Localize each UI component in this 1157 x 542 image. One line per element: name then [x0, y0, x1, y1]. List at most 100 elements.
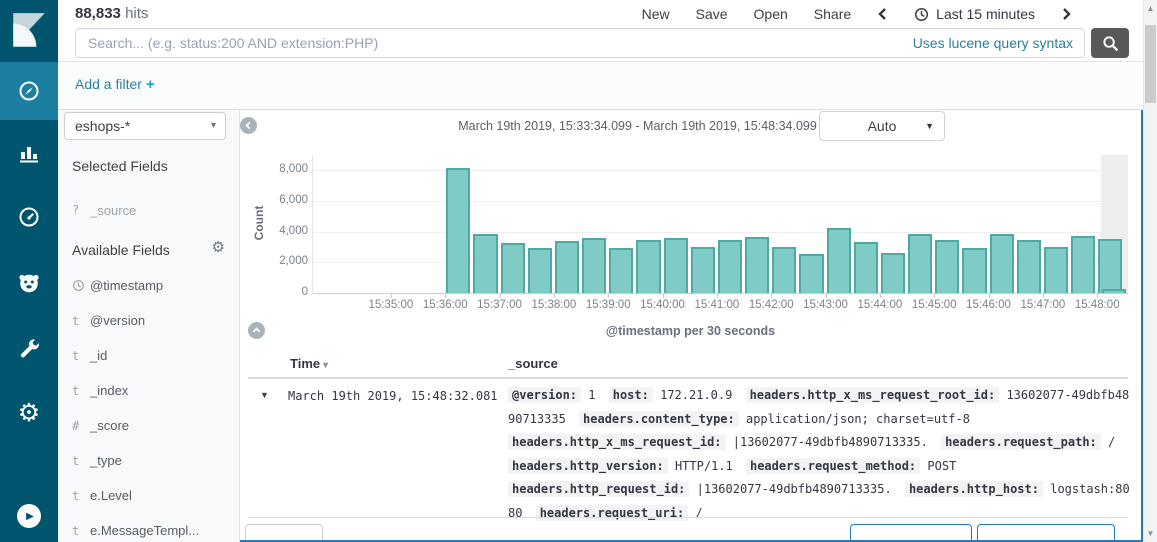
histogram-bar[interactable] — [691, 247, 715, 293]
histogram-bar[interactable] — [827, 228, 851, 293]
histogram-bar[interactable] — [636, 240, 660, 293]
field-name: _type — [90, 453, 122, 468]
y-axis-label: 8,000 — [268, 163, 308, 175]
histogram-bar[interactable] — [962, 248, 986, 293]
histogram-bar[interactable] — [935, 240, 959, 293]
interval-select[interactable]: Auto ▼ — [819, 111, 945, 141]
row-expand-caret[interactable]: ▼ — [260, 390, 269, 400]
histogram-bar[interactable] — [609, 248, 633, 293]
doc-row-time: March 19th 2019, 15:48:32.081 — [288, 389, 498, 403]
doc-field-name[interactable]: @version: — [508, 387, 581, 403]
doc-field-name[interactable]: headers.http_x_ms_request_id: — [508, 434, 726, 450]
field-item-@timestamp[interactable]: @timestamp — [58, 268, 240, 303]
histogram-chart: Count 02,0004,0006,0008,000 15:35:0015:3… — [240, 144, 1141, 324]
field-settings-gear-icon[interactable]: ⚙ — [212, 240, 225, 255]
field-item-_source[interactable]: ?_source — [58, 198, 240, 222]
selected-fields-list: ?_source — [58, 198, 240, 222]
time-range-picker[interactable]: Last 15 minutes — [914, 6, 1035, 22]
histogram-bar[interactable] — [446, 168, 470, 293]
doc-field-name[interactable]: host: — [609, 387, 653, 403]
histogram-bar[interactable] — [1044, 247, 1068, 293]
field-item-e.Level[interactable]: te.Level — [58, 478, 240, 513]
scroll-up-arrow-icon[interactable]: ▲ — [1144, 4, 1157, 13]
nav-discover[interactable] — [0, 62, 58, 120]
page-scrollbar[interactable]: ▲ ▼ — [1143, 0, 1157, 542]
field-item-e.MessageTempl...[interactable]: te.MessageTempl... — [58, 513, 240, 542]
kibana-logo[interactable] — [0, 0, 58, 62]
x-axis-tick — [934, 293, 935, 298]
field-item-_type[interactable]: t_type — [58, 443, 240, 478]
histogram-bar[interactable] — [582, 238, 606, 294]
action-save[interactable]: Save — [696, 6, 728, 22]
histogram-bar[interactable] — [501, 243, 525, 293]
toolbar-links: New Save Open Share — [642, 6, 852, 22]
view-single-document-button[interactable] — [977, 524, 1115, 542]
field-item-_id[interactable]: t_id — [58, 338, 240, 373]
histogram-bar[interactable] — [473, 234, 497, 293]
scroll-down-arrow-icon[interactable]: ▼ — [1144, 529, 1157, 538]
y-axis-label: 6,000 — [268, 194, 308, 206]
nav-timelion[interactable] — [0, 254, 58, 312]
table-header-divider — [248, 377, 1128, 379]
field-item-_score[interactable]: #_score — [58, 408, 240, 443]
action-open[interactable]: Open — [754, 6, 788, 22]
scrollbar-thumb[interactable] — [1145, 25, 1156, 103]
time-back-button[interactable] — [877, 7, 888, 21]
histogram-bar[interactable] — [718, 240, 742, 293]
field-item-_index[interactable]: t_index — [58, 373, 240, 408]
x-axis-tick — [608, 293, 609, 298]
histogram-bar[interactable] — [908, 234, 932, 293]
nav-collapse-button[interactable]: ▶ — [17, 504, 41, 528]
lucene-syntax-link[interactable]: Uses lucene query syntax — [913, 28, 1073, 58]
histogram-bar[interactable] — [528, 248, 552, 293]
histogram-bar[interactable] — [1098, 239, 1122, 293]
doc-field-name[interactable]: headers.request_method: — [746, 458, 920, 474]
nav-management[interactable]: ⚙ — [0, 384, 58, 442]
histogram-bar[interactable] — [1071, 236, 1095, 293]
search-icon — [1102, 35, 1119, 52]
search-button[interactable] — [1091, 28, 1129, 58]
nav-dev-tools[interactable] — [0, 320, 58, 378]
hits-count: 88,833 hits — [75, 5, 148, 22]
main-nav: ⚙ ▶ — [0, 0, 58, 542]
action-new[interactable]: New — [642, 6, 670, 22]
histogram-bar[interactable] — [854, 242, 878, 293]
doc-field-value: |13602077-49dbfb4890713335. — [697, 482, 892, 496]
doc-row-source: @version: 1 host: 172.21.0.9 headers.htt… — [508, 384, 1130, 526]
action-share[interactable]: Share — [814, 6, 851, 22]
histogram-bar[interactable] — [664, 238, 688, 294]
y-gridline — [313, 232, 1128, 233]
x-axis-tick — [500, 293, 501, 298]
view-surrounding-documents-button[interactable] — [850, 524, 972, 542]
doc-field-name[interactable]: headers.http_host: — [905, 481, 1043, 497]
histogram-bar[interactable] — [555, 241, 579, 293]
doc-field-value: HTTP/1.1 — [675, 459, 733, 473]
collapse-sidebar-button[interactable] — [240, 117, 257, 134]
time-column-label: Time — [290, 356, 320, 371]
doc-field-name[interactable]: headers.http_request_id: — [508, 481, 689, 497]
doc-field-name[interactable]: headers.content_type: — [579, 411, 739, 427]
histogram-bar[interactable] — [1017, 240, 1041, 293]
histogram-bar[interactable] — [799, 254, 823, 293]
histogram-bar[interactable] — [1102, 289, 1126, 293]
column-header-time[interactable]: Time▾ — [290, 356, 328, 371]
nav-dashboard[interactable] — [0, 188, 58, 246]
histogram-bar[interactable] — [745, 237, 769, 293]
field-item-@version[interactable]: t@version — [58, 303, 240, 338]
histogram-bar[interactable] — [881, 253, 905, 293]
y-axis-labels: 02,0004,0006,0008,000 — [268, 144, 308, 314]
doc-field-name[interactable]: headers.http_x_ms_request_root_id: — [746, 387, 1000, 403]
doc-field-name[interactable]: headers.request_path: — [941, 434, 1101, 450]
time-forward-button[interactable] — [1061, 7, 1072, 21]
index-pattern-select[interactable]: eshops-* ▾ — [64, 112, 226, 140]
x-axis-tick — [1097, 293, 1098, 298]
doc-field-name[interactable]: headers.http_version: — [508, 458, 668, 474]
field-type-icon: t — [72, 489, 90, 503]
add-filter-button[interactable]: Add a filter+ — [75, 76, 155, 93]
histogram-bar[interactable] — [772, 247, 796, 293]
chevron-left-icon — [244, 121, 253, 130]
doc-field-name[interactable]: headers.request_uri: — [536, 505, 689, 521]
nav-visualize[interactable] — [0, 124, 58, 182]
doc-detail-tab[interactable] — [245, 524, 323, 542]
histogram-bar[interactable] — [990, 234, 1014, 293]
